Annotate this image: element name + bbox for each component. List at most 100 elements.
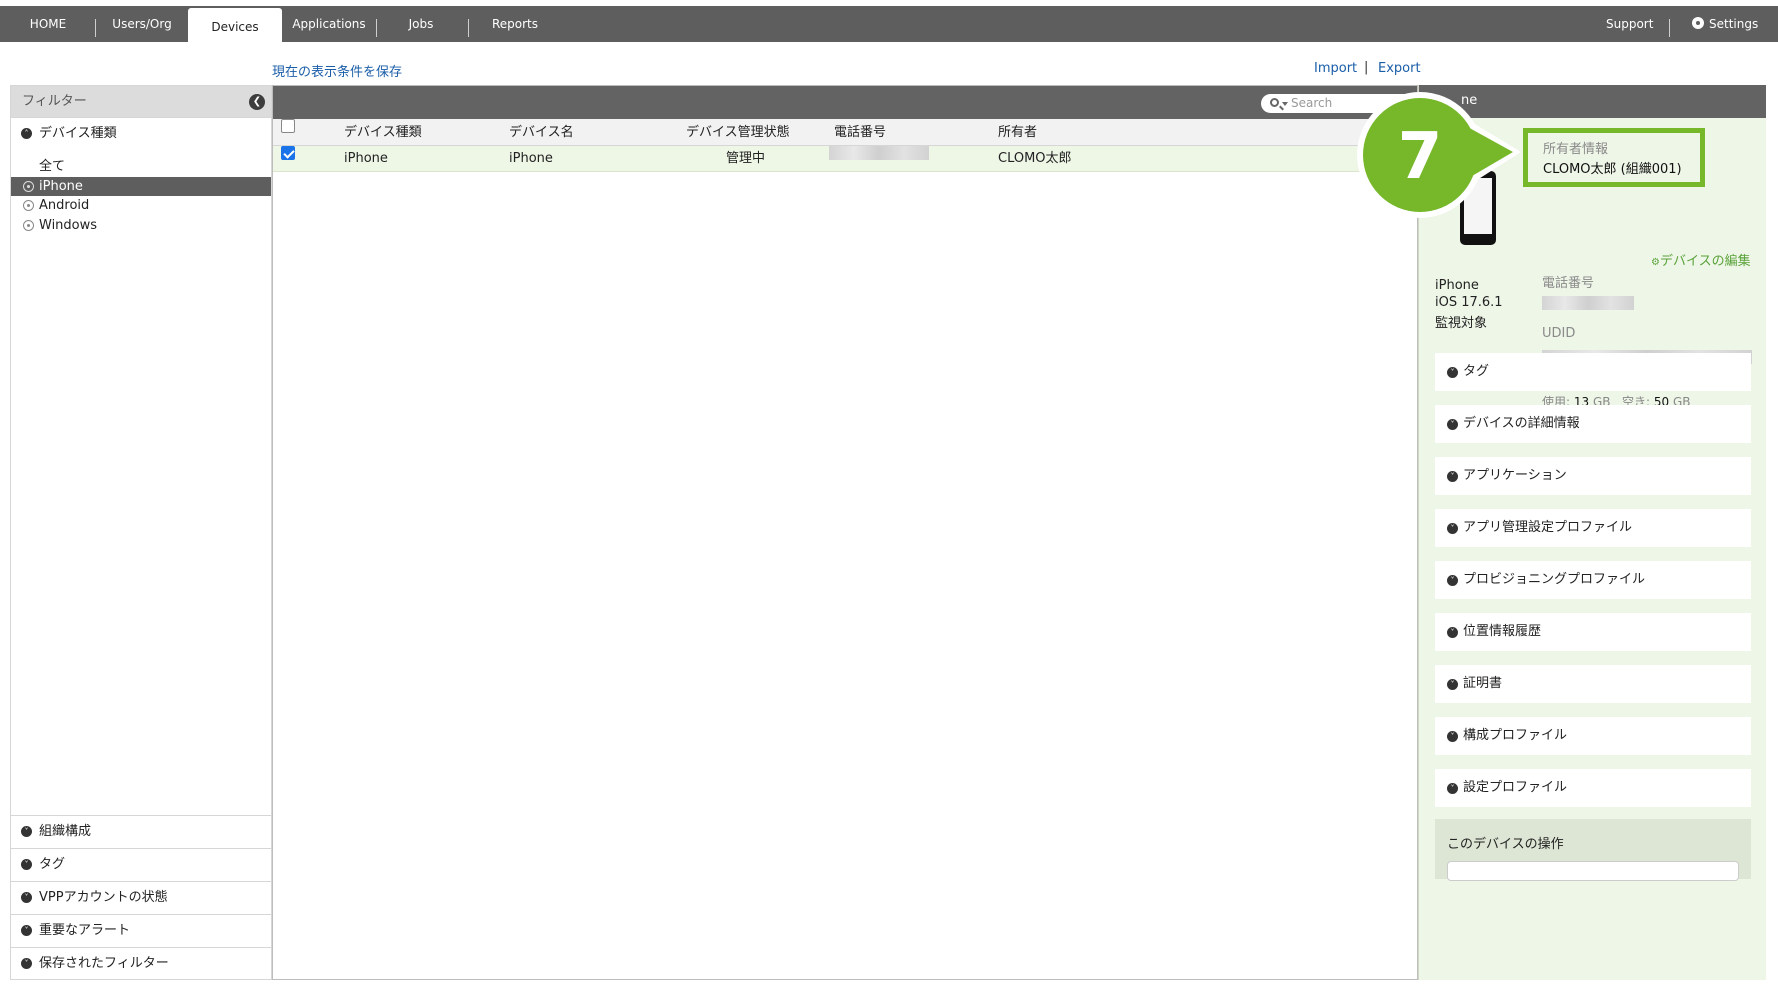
step-callout-bubble: 7 bbox=[1357, 92, 1521, 218]
settings-label: Settings bbox=[1709, 17, 1759, 31]
section-label: 保存されたフィルター bbox=[39, 956, 169, 971]
filter-section-org[interactable]: ˅ 組織構成 bbox=[11, 815, 271, 846]
accordion-provisioning-profiles[interactable]: ˅ プロビジョニングプロファイル bbox=[1435, 561, 1751, 599]
accordion-applications[interactable]: ˅ アプリケーション bbox=[1435, 457, 1751, 495]
chevron-down-icon: ˅ bbox=[1447, 575, 1458, 586]
filter-item-android[interactable]: Android bbox=[11, 196, 271, 215]
edit-device-link[interactable]: ⚙デバイスの編集 bbox=[1651, 250, 1751, 269]
udid-label: UDID bbox=[1542, 326, 1576, 341]
filter-section-saved[interactable]: ˅ 保存されたフィルター bbox=[11, 947, 271, 978]
accordion-tag[interactable]: ˅ タグ bbox=[1435, 353, 1751, 391]
chevron-down-icon: ˅ bbox=[21, 859, 32, 870]
operations-title: このデバイスの操作 bbox=[1447, 837, 1564, 852]
cell-owner: CLOMO太郎 bbox=[998, 151, 1072, 166]
accordion-config-profiles[interactable]: ˅ 構成プロファイル bbox=[1435, 717, 1751, 755]
gear-icon: ⚙ bbox=[1651, 257, 1660, 268]
filter-item-all[interactable]: 全て bbox=[11, 157, 271, 176]
chevron-down-icon: ˅ bbox=[1447, 471, 1458, 482]
accordion-device-details[interactable]: ˅ デバイスの詳細情報 bbox=[1435, 405, 1751, 443]
operations-select[interactable] bbox=[1447, 861, 1739, 881]
chevron-down-icon[interactable] bbox=[1282, 102, 1288, 106]
accordion-app-config-profiles[interactable]: ˅ アプリ管理設定プロファイル bbox=[1435, 509, 1751, 547]
cell-device-name: iPhone bbox=[509, 151, 553, 166]
export-link[interactable]: Export bbox=[1378, 61, 1421, 76]
column-header-device-type[interactable]: デバイス種類 bbox=[344, 119, 422, 146]
filter-item-windows[interactable]: Windows bbox=[11, 216, 271, 235]
nav-separator bbox=[95, 19, 96, 37]
column-header-management-status[interactable]: デバイス管理状態 bbox=[686, 119, 790, 146]
device-list-panel: Search デバイス種類 デバイス名 デバイス管理状態 電話番号 所有者 iP… bbox=[272, 85, 1421, 980]
select-all-checkbox[interactable] bbox=[281, 119, 295, 133]
tab-reports[interactable]: Reports bbox=[478, 6, 552, 42]
accordion-location-history[interactable]: ˅ 位置情報履歴 bbox=[1435, 613, 1751, 651]
settings-link[interactable]: Settings bbox=[1692, 6, 1758, 42]
phone-value-redacted bbox=[1542, 292, 1634, 311]
filter-item-label: iPhone bbox=[39, 179, 83, 194]
cell-device-type: iPhone bbox=[344, 151, 388, 166]
accordion-label: タグ bbox=[1463, 364, 1490, 379]
cell-management-status: 管理中 bbox=[726, 151, 766, 166]
chevron-down-icon: ˅ bbox=[1447, 419, 1458, 430]
device-operations-section: このデバイスの操作 bbox=[1435, 819, 1751, 881]
tab-devices[interactable]: Devices bbox=[188, 8, 282, 48]
section-label: 重要なアラート bbox=[39, 923, 131, 938]
table-row[interactable]: iPhone iPhone 管理中 CLOMO太郎 bbox=[273, 146, 1417, 172]
tab-applications[interactable]: Applications bbox=[288, 6, 370, 42]
tab-users-org[interactable]: Users/Org bbox=[102, 6, 182, 42]
tab-home[interactable]: HOME bbox=[20, 6, 76, 42]
chevron-down-icon: ˅ bbox=[21, 892, 32, 903]
filter-item-label: Windows bbox=[39, 218, 98, 233]
radio-icon bbox=[23, 200, 34, 211]
accordion-certificates[interactable]: ˅ 証明書 bbox=[1435, 665, 1751, 703]
accordion-label: アプリケーション bbox=[1463, 468, 1567, 483]
column-header-owner[interactable]: 所有者 bbox=[998, 119, 1037, 146]
table-header: デバイス種類 デバイス名 デバイス管理状態 電話番号 所有者 bbox=[273, 119, 1417, 146]
nav-separator bbox=[1669, 19, 1670, 37]
accordion-label: プロビジョニングプロファイル bbox=[1463, 572, 1646, 587]
gear-icon bbox=[1692, 17, 1704, 29]
accordion-label: デバイスの詳細情報 bbox=[1463, 416, 1580, 431]
filter-section-tag[interactable]: ˅ タグ bbox=[11, 848, 271, 879]
section-label: VPPアカウントの状態 bbox=[39, 890, 168, 905]
chevron-down-icon: ˅ bbox=[21, 826, 32, 837]
device-list-toolbar: Search bbox=[273, 86, 1421, 119]
save-view-link[interactable]: 現在の表示条件を保存 bbox=[272, 61, 402, 80]
radio-icon bbox=[23, 181, 34, 192]
chevron-down-icon: ˅ bbox=[1447, 731, 1458, 742]
accordion-label: 構成プロファイル bbox=[1463, 728, 1568, 743]
supervised-status: 監視対象 bbox=[1435, 316, 1488, 331]
section-label: タグ bbox=[39, 857, 66, 872]
filter-header: フィルター ❮ bbox=[11, 86, 271, 117]
owner-info-highlight: 所有者情報 CLOMO太郎 (組織001) bbox=[1523, 128, 1705, 187]
collapse-panel-icon[interactable]: ❮ bbox=[249, 94, 265, 110]
section-label: デバイス種類 bbox=[39, 126, 117, 141]
search-placeholder: Search bbox=[1291, 96, 1333, 110]
filter-panel: フィルター ❮ ˄ デバイス種類 全て iPhone Android Windo… bbox=[10, 85, 272, 980]
column-header-device-name[interactable]: デバイス名 bbox=[509, 119, 574, 146]
filter-item-label: Android bbox=[39, 198, 90, 213]
accordion-label: 設定プロファイル bbox=[1463, 780, 1568, 795]
import-link[interactable]: Import bbox=[1314, 61, 1357, 76]
filter-item-iphone[interactable]: iPhone bbox=[11, 177, 271, 196]
filter-section-alerts[interactable]: ˅ 重要なアラート bbox=[11, 914, 271, 945]
section-label: 組織構成 bbox=[39, 824, 92, 839]
chevron-down-icon: ˅ bbox=[21, 925, 32, 936]
tab-jobs[interactable]: Jobs bbox=[392, 6, 450, 42]
owner-value: CLOMO太郎 (組織001) bbox=[1543, 162, 1682, 177]
search-icon bbox=[1270, 98, 1279, 107]
filter-item-label: 全て bbox=[39, 159, 66, 174]
column-header-phone[interactable]: 電話番号 bbox=[834, 119, 886, 146]
radio-icon bbox=[23, 220, 34, 231]
row-checkbox[interactable] bbox=[281, 146, 295, 160]
device-model: iPhone bbox=[1435, 278, 1479, 293]
chevron-down-icon: ˅ bbox=[1447, 783, 1458, 794]
accordion-label: 証明書 bbox=[1463, 676, 1503, 691]
nav-separator bbox=[376, 19, 377, 37]
filter-section-vpp[interactable]: ˅ VPPアカウントの状態 bbox=[11, 881, 271, 912]
accordion-settings-profiles[interactable]: ˅ 設定プロファイル bbox=[1435, 769, 1751, 807]
support-link[interactable]: Support bbox=[1606, 6, 1653, 42]
filter-section-device-type[interactable]: ˄ デバイス種類 bbox=[11, 117, 271, 148]
accordion-label: アプリ管理設定プロファイル bbox=[1463, 520, 1633, 535]
accordion-label: 位置情報履歴 bbox=[1463, 624, 1542, 639]
chevron-down-icon: ˅ bbox=[1447, 627, 1458, 638]
